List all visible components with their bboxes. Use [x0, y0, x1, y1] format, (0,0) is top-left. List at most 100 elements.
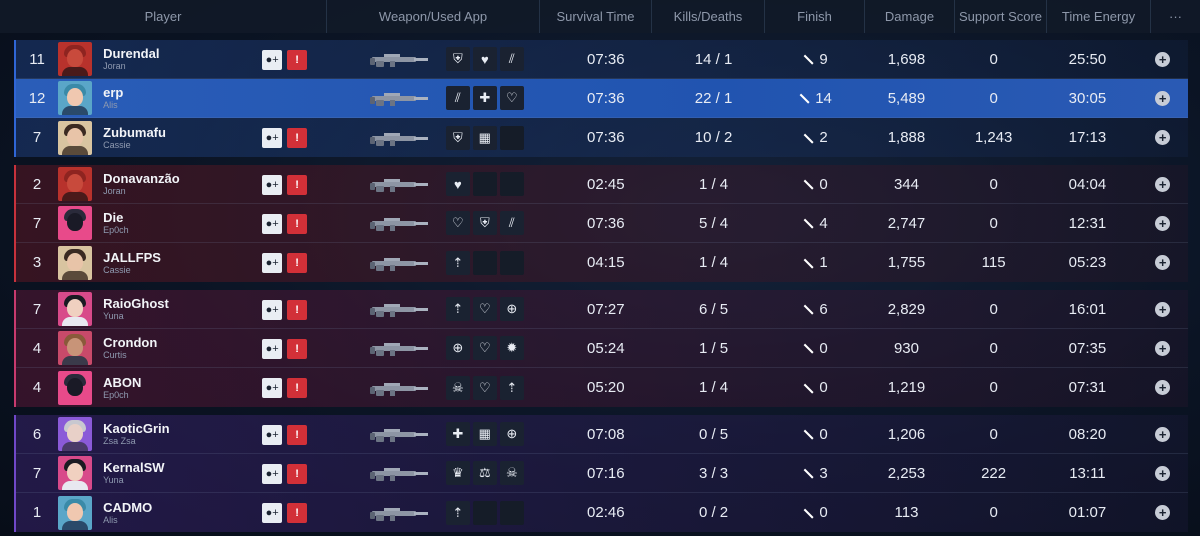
expand-plus-icon[interactable]: +: [1155, 301, 1171, 317]
finish-cell: ❙ 2: [768, 118, 864, 157]
scoreboard-header: Player Weapon/Used App Survival Time Kil…: [0, 0, 1200, 33]
add-friend-button[interactable]: ●+: [262, 253, 283, 273]
expand-plus-icon[interactable]: +: [1155, 465, 1171, 481]
shield-icon: ⛨: [445, 125, 470, 150]
expand-plus-icon[interactable]: +: [1155, 255, 1171, 270]
report-button[interactable]: !: [287, 50, 308, 70]
weapon-cell: ☠ ♡ ⇡: [358, 368, 552, 407]
player-level: 7: [32, 129, 42, 146]
report-button[interactable]: !: [287, 464, 308, 484]
expand-plus-icon[interactable]: +: [1155, 380, 1171, 395]
add-friend-button[interactable]: ●+: [262, 50, 283, 70]
warning-icon: !: [295, 218, 299, 230]
character-name: Zsa Zsa: [103, 436, 136, 446]
empty-app-slot: [472, 500, 497, 525]
finish-cell: ❙ 3: [768, 454, 864, 492]
header-finish: Finish: [765, 0, 865, 33]
kills-deaths: 14 / 1: [694, 50, 733, 68]
character-name: Alis: [103, 100, 118, 110]
weapon-cell: ⊕ ♡ ✹: [358, 329, 552, 367]
player-cell: Durendal Joran ●+!: [58, 40, 358, 78]
add-friend-button[interactable]: ●+: [262, 425, 283, 445]
warning-icon: !: [295, 343, 299, 355]
report-button[interactable]: !: [287, 425, 308, 445]
finish-count: 2: [819, 129, 828, 146]
header-damage: Damage: [865, 0, 955, 33]
damage: 5,489: [887, 89, 926, 107]
expand-plus-icon[interactable]: +: [1155, 90, 1171, 106]
player-row[interactable]: 11 Durendal Joran ●+! ⛨ ♥ ⫽ 07:36 14 / 1 ❙ 9 1,698 0…: [16, 40, 1188, 79]
avatar: [58, 292, 93, 326]
player-row[interactable]: 7 Die Ep0ch ●+! ♡ ⛨ ⫽ 07:36 5 / 4 ❙ 4 2,747 0 12:31 +: [16, 204, 1188, 243]
kills-deaths: 6 / 5: [698, 300, 729, 318]
add-friend-button[interactable]: ●+: [262, 214, 283, 234]
support-score: 0: [989, 379, 998, 396]
report-button[interactable]: !: [287, 175, 308, 195]
player-cell: RaioGhost Yuna ●+!: [58, 290, 358, 328]
used-apps: ⇡: [445, 250, 524, 275]
time-energy: 01:07: [1068, 504, 1107, 521]
expand-plus-icon[interactable]: +: [1155, 51, 1171, 67]
kills-deaths: 1 / 5: [698, 339, 729, 357]
finish-count: 4: [819, 214, 828, 232]
add-friend-button[interactable]: ●+: [262, 175, 283, 195]
expand-plus-icon[interactable]: +: [1155, 215, 1171, 231]
player-cell: KaoticGrin Zsa Zsa ●+!: [58, 415, 358, 453]
add-friend-button[interactable]: ●+: [262, 128, 283, 148]
weapon-cell: ⫽ ✚ ♡: [358, 79, 552, 117]
add-friend-button[interactable]: ●+: [262, 464, 283, 484]
add-friend-button[interactable]: ●+: [262, 300, 283, 320]
add-friend-icon: ●+: [265, 507, 279, 519]
knife-icon: ❙: [799, 425, 817, 443]
player-row[interactable]: 2 Donavanzão Joran ●+! ♥ 02:45 1 / 4 ❙ 0 344 0 04:0…: [16, 165, 1188, 204]
player-row[interactable]: 4 Crondon Curtis ●+! ⊕ ♡ ✹ 05:24 1 / 5 ❙ 0 930 0 07:3…: [16, 329, 1188, 368]
header-more[interactable]: ···: [1151, 0, 1200, 33]
player-row[interactable]: 7 RaioGhost Yuna ●+! ⇡ ♡ ⊕ 07:27 6 / 5 ❙ 6 2,829 0 16…: [16, 290, 1188, 329]
kills-deaths: 10 / 2: [694, 129, 733, 146]
player-row[interactable]: 1 CADMO Alis ●+! ⇡ 02:46 0 / 2 ❙ 0 113 0 01:07 +: [16, 493, 1188, 532]
player-row[interactable]: 7 KernalSW Yuna ●+! ♛ ⚖ ☠ 07:16 3 / 3 ❙ 3 2,253 222 1…: [16, 454, 1188, 493]
player-row[interactable]: 7 Zubumafu Cassie ●+! ⛨ ▦ 07:36 10 / 2 ❙ 2 1,888 1,…: [16, 118, 1188, 157]
arrow-target-icon: ⇡: [445, 500, 470, 525]
player-level: 3: [32, 254, 42, 271]
kills-deaths: 1 / 4: [698, 379, 729, 396]
add-friend-button[interactable]: ●+: [262, 339, 283, 359]
more-cell: +: [1137, 415, 1188, 453]
player-row[interactable]: 3 JALLFPS Cassie ●+! ⇡ 04:15 1 / 4 ❙ 1 1,755 115 05…: [16, 243, 1188, 282]
avatar: [58, 331, 93, 365]
add-friend-button[interactable]: ●+: [262, 378, 283, 398]
damage: 1,219: [887, 379, 926, 396]
support-score: 1,243: [974, 129, 1013, 146]
report-button[interactable]: !: [287, 214, 308, 234]
player-cell: JALLFPS Cassie ●+!: [58, 243, 358, 282]
report-button[interactable]: !: [287, 253, 308, 273]
player-row[interactable]: 6 KaoticGrin Zsa Zsa ●+! ✚ ▦ ⊕ 07:08 0 / 5 ❙ 0 1,20…: [16, 415, 1188, 454]
expand-plus-icon[interactable]: +: [1155, 340, 1171, 356]
more-cell: +: [1137, 329, 1188, 367]
heart-shield-icon: ♡: [472, 375, 497, 400]
expand-plus-icon[interactable]: +: [1155, 130, 1171, 145]
expand-plus-icon[interactable]: +: [1155, 176, 1171, 192]
player-row-self[interactable]: 12 erp Alis ⫽ ✚ ♡ 07:36 22 / 1 ❙ 14 5,489 0 30:05 +: [16, 79, 1188, 118]
finish-count: 6: [819, 300, 828, 318]
time-energy: 07:31: [1068, 379, 1107, 396]
slash-icon: ⫽: [499, 211, 524, 235]
crown-icon: ♛: [445, 461, 470, 485]
add-friend-button[interactable]: ●+: [262, 503, 283, 523]
expand-plus-icon[interactable]: +: [1155, 426, 1171, 442]
report-button[interactable]: !: [287, 339, 308, 359]
weapon-cell: ♡ ⛨ ⫽: [358, 204, 552, 242]
report-button[interactable]: !: [287, 300, 308, 320]
avatar: [58, 81, 93, 115]
expand-plus-icon[interactable]: +: [1155, 505, 1171, 520]
player-cell: Zubumafu Cassie ●+!: [58, 118, 358, 157]
finish-cell: ❙ 14: [768, 79, 864, 117]
cross-plus-icon: ✚: [445, 422, 470, 446]
report-button[interactable]: !: [287, 378, 308, 398]
player-row[interactable]: 4 ABON Ep0ch ●+! ☠ ♡ ⇡ 05:20 1 / 4 ❙ 0 1,219 0 07:31 +: [16, 368, 1188, 407]
report-button[interactable]: !: [287, 128, 308, 148]
burst-icon: ✹: [499, 336, 524, 360]
report-button[interactable]: !: [287, 503, 308, 523]
scales-icon: ⚖: [472, 461, 497, 485]
support-score: 115: [981, 254, 1006, 271]
